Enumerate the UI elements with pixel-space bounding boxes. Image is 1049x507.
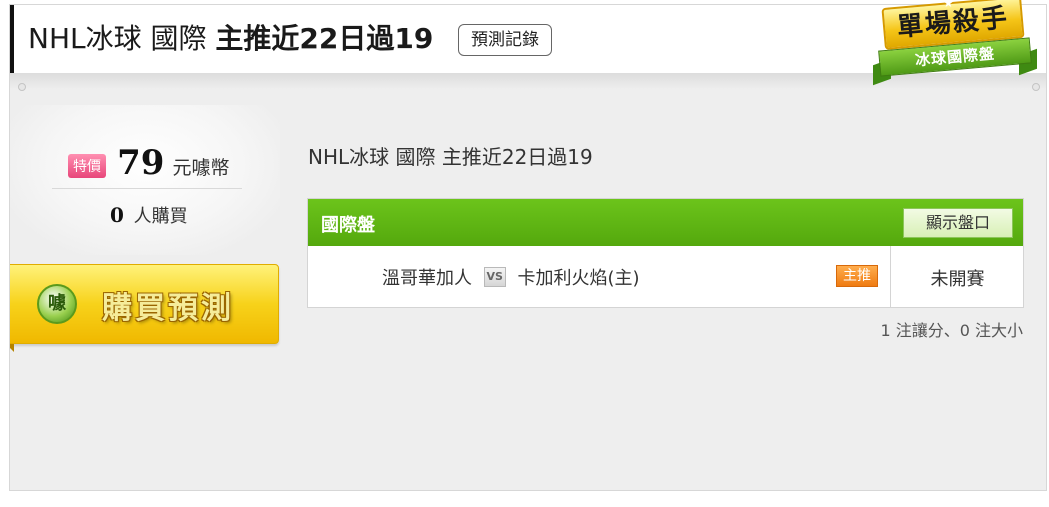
pin-left-icon <box>18 83 26 91</box>
away-team: 溫哥華加人 <box>382 268 472 289</box>
buy-prediction-button[interactable]: 噱 購買預測 <box>10 264 279 344</box>
match-status: 未開賽 <box>930 269 985 290</box>
home-team: 卡加利火焰(主) <box>517 268 640 289</box>
buyer-count-row: 0 人購買 <box>110 202 188 228</box>
show-odds-button[interactable]: 顯示盤口 <box>903 208 1013 238</box>
buy-prediction-label: 購買預測 <box>102 291 234 326</box>
bet-summary: 1 注讓分、0 注大小 <box>880 321 1023 340</box>
buyer-count: 0 <box>110 203 124 227</box>
prediction-subtitle: NHL冰球 國際 主推近22日過19 <box>308 145 593 169</box>
star-icon: ★ <box>943 0 954 10</box>
prediction-table: 國際盤 顯示盤口 溫哥華加人 VS 卡加利火焰(主) 主推 未開賽 <box>307 198 1024 308</box>
vs-icon: VS <box>483 267 506 287</box>
buyer-label: 人購買 <box>133 206 188 227</box>
match-teams: 溫哥華加人 VS 卡加利火焰(主) <box>382 264 640 290</box>
coin-logo-icon: 噱 <box>37 284 77 324</box>
table-header: 國際盤 顯示盤口 <box>308 199 1023 246</box>
main-pick-badge: 主推 <box>836 265 878 287</box>
special-price-tag: 特價 <box>68 153 106 178</box>
table-header-label: 國際盤 <box>321 215 375 236</box>
header-accent-bar <box>10 5 14 73</box>
table-row: 溫哥華加人 VS 卡加利火焰(主) 主推 未開賽 <box>308 246 1023 307</box>
single-game-killer-badge: 單場殺手 冰球國際盤 ★ <box>873 0 1043 92</box>
button-fold <box>10 344 14 352</box>
status-cell: 未開賽 <box>890 246 1024 307</box>
price-divider <box>52 188 242 189</box>
price-unit: 元噱幣 <box>172 157 230 179</box>
title-highlight: 主推近22日過19 <box>215 22 434 55</box>
page-title: NHL冰球 國際 主推近22日過19 <box>28 19 433 59</box>
prediction-record-button[interactable]: 預測記錄 <box>458 24 552 56</box>
price-value: 79 <box>117 143 165 183</box>
title-prefix: NHL冰球 國際 <box>28 22 207 55</box>
price-row: 特價 79 元噱幣 <box>68 143 230 183</box>
